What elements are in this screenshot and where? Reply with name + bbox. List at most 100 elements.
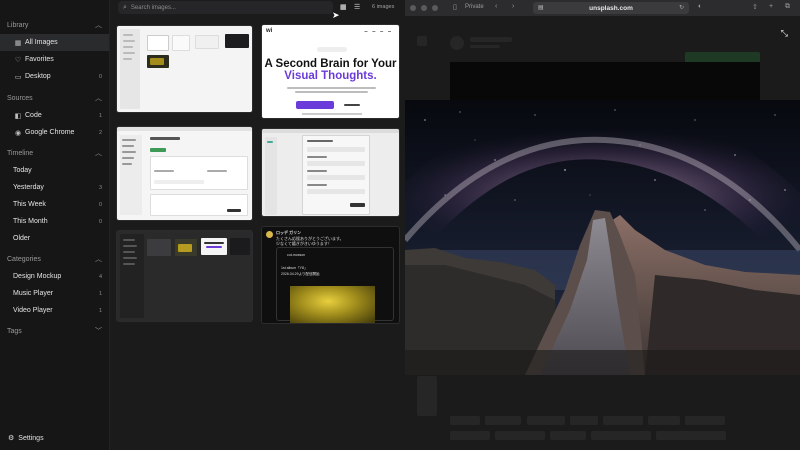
tab-overview-icon[interactable]: ⧉ [785,3,790,11]
tag-chip [450,416,480,425]
sidebar-item-favorites[interactable]: ♡ Favorites [0,51,109,68]
app-logo [417,36,427,46]
tag-chip [495,431,545,440]
tile-pill [317,47,347,52]
minimize-window-button[interactable] [421,5,427,11]
tag-chip [685,416,725,425]
image-tile[interactable] [116,126,253,221]
fullscreen-collapse-icon[interactable]: ⤡ [781,28,788,39]
sidebar-item-yesterday[interactable]: Yesterday 3 [0,179,109,196]
settings-button[interactable]: ⚙ Settings [8,434,44,443]
sidebar-item-older[interactable]: Older [0,230,109,247]
tag-chip [591,431,651,440]
sidebar-item-label: Yesterday [13,184,44,191]
url-text: unsplash.com [589,4,633,12]
tile-secondary-button [338,101,366,109]
forward-icon[interactable]: › [512,3,514,10]
list-view-icon[interactable]: ☰ [354,3,360,11]
tile-headline-accent: Visual Thoughts. [284,70,377,82]
tile-subtext [287,87,376,95]
sidebar-item-label: Desktop [25,73,51,80]
section-timeline-header[interactable]: Timeline ︿ [0,144,109,162]
search-input[interactable]: ⌕ Search images... [118,1,333,14]
sidebar-item-label: Music Player [13,290,54,297]
site-settings-icon[interactable]: ▤ [538,4,544,11]
section-title: Timeline [7,149,34,157]
sidebar-item-this-month[interactable]: This Month 0 [0,213,109,230]
chevron-up-icon: ︿ [95,22,102,29]
sidebar-item-label: This Month [13,218,48,225]
gear-icon: ⚙ [8,435,15,442]
image-tile[interactable]: ロッデ ガリン たくさん応援ありがとうございます。 少なくて嬉ぎがきいゆうます！… [261,226,400,324]
tag-chip [485,416,521,425]
tile-footnote [302,113,362,115]
sidebar-item-label: All Images [25,39,58,46]
images-icon: ▦ [14,39,22,47]
back-icon[interactable]: ‹ [495,3,497,10]
image-count: 6 images [372,4,395,10]
tile-primary-button [296,101,334,109]
tag-chip [550,431,586,440]
search-placeholder: Search images... [130,4,176,11]
section-categories-header[interactable]: Categories ︿ [0,250,109,268]
sidebar-item-music-player[interactable]: Music Player 1 [0,285,109,302]
sidebar-item-today[interactable]: Today [0,162,109,179]
section-tags-header[interactable]: Tags ﹀ [0,322,109,340]
chevron-down-icon: ﹀ [95,328,102,335]
milky-way-photo[interactable] [405,100,800,375]
chrome-icon: ◉ [14,129,22,137]
tile-nav: ▬ ▬ ▬ ▬ [364,29,393,33]
page-sidebar-block [417,376,437,416]
sidebar-item-desktop[interactable]: ▭ Desktop 0 [0,68,109,85]
address-bar[interactable]: ▤ unsplash.com ↻ [533,2,689,14]
author-name [470,37,512,42]
section-sources-header[interactable]: Sources ︿ [0,89,109,107]
image-tile[interactable] [116,230,253,322]
section-title: Sources [7,94,33,102]
sidebar-item-all-images[interactable]: ▦ All Images [0,34,109,51]
sidebar-item-count: 1 [98,112,102,119]
new-tab-icon[interactable]: + [769,3,773,10]
heart-icon: ♡ [14,56,22,64]
photo-top-edge [450,62,760,102]
sidebar-item-code[interactable]: ◧ Code 1 [0,107,109,124]
maximize-window-button[interactable] [432,5,438,11]
settings-label: Settings [18,434,44,442]
section-library-header[interactable]: Library ︿ [0,16,109,34]
tile-logo: wi [266,28,273,34]
sidebar-toggle-icon[interactable]: ▯ [453,3,457,11]
section-title: Categories [7,255,41,263]
image-tile[interactable]: wi ▬ ▬ ▬ ▬ A Second Brain for Your Visua… [261,24,400,119]
sidebar-item-label: This Week [13,201,46,208]
private-label: Private [465,4,484,10]
section-title: Tags [7,327,22,335]
sidebar-item-count: 2 [98,129,102,136]
sidebar-item-design-mockup[interactable]: Design Mockup 4 [0,268,109,285]
image-tile[interactable] [261,128,400,217]
image-tile[interactable] [116,25,253,113]
author-avatar [450,36,464,50]
sidebar-item-video-player[interactable]: Video Player 1 [0,302,109,319]
sidebar-item-this-week[interactable]: This Week 0 [0,196,109,213]
quote-line2: 2026.04.29より配信開始 [281,272,320,276]
shield-icon[interactable]: ◐ [698,3,702,10]
reload-icon[interactable]: ↻ [679,4,684,11]
sidebar: Library ︿ ▦ All Images ♡ Favorites ▭ Desktop 0… [0,0,110,450]
sidebar-item-label: Older [13,235,31,242]
sidebar-item-count: 4 [98,273,102,280]
quote-line1: 1st album「Y8」 [281,266,308,270]
monitor-icon: ▭ [14,73,22,81]
tag-chip [648,416,680,425]
sidebar-item-google-chrome[interactable]: ◉ Google Chrome 2 [0,124,109,141]
grid-view-icon[interactable]: ▦ [340,3,347,11]
tag-chip [603,416,643,425]
chevron-up-icon: ︿ [95,256,102,263]
mouse-cursor-icon: ➤ [332,10,340,20]
chevron-up-icon: ︿ [95,150,102,157]
sidebar-item-label: Design Mockup [13,273,62,280]
image-grid-panel: ⌕ Search images... ➤ ▦ ☰ 6 images wi ▬ ▬… [110,0,405,450]
close-window-button[interactable] [410,5,416,11]
chevron-up-icon: ︿ [95,95,102,102]
sidebar-item-count: 0 [98,201,102,208]
share-icon[interactable]: ⇧ [752,3,758,11]
